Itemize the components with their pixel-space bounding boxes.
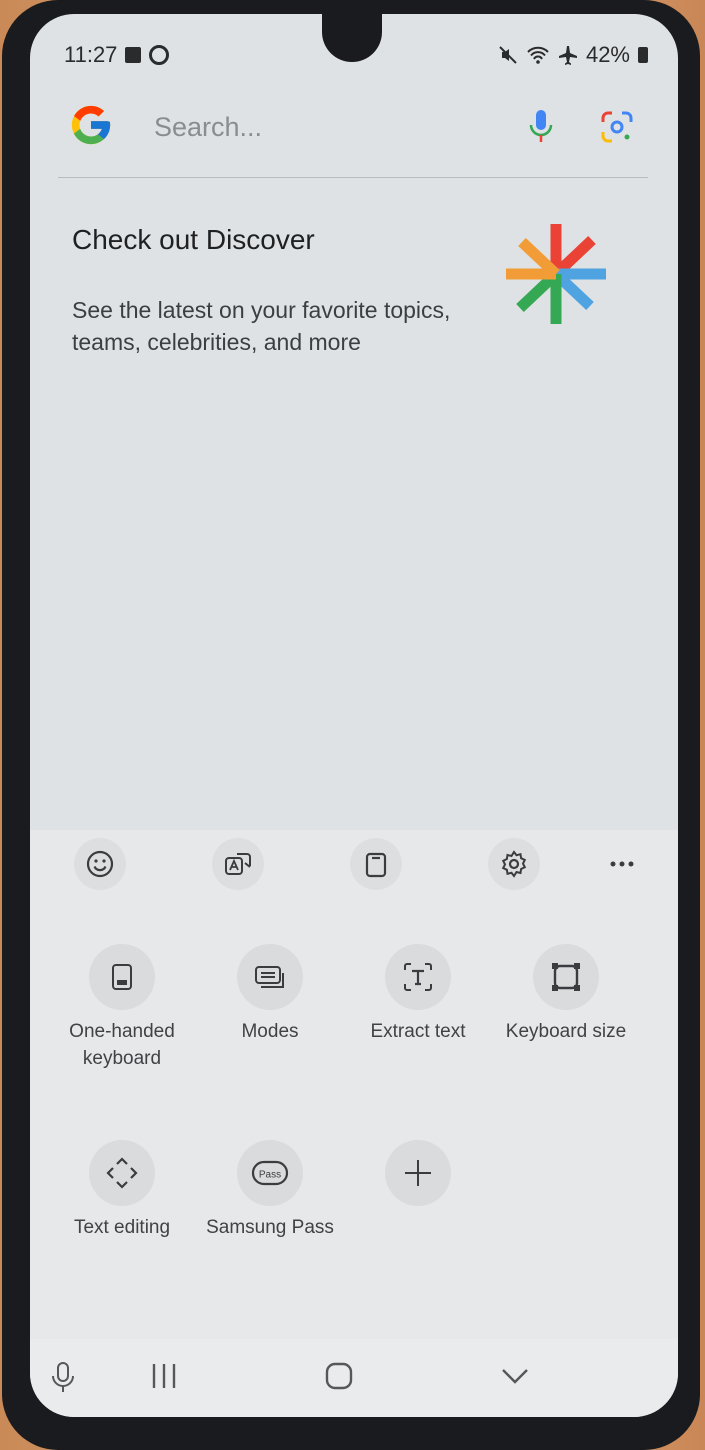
google-search-bar[interactable]: Search...	[60, 96, 648, 166]
tool-one-handed-keyboard[interactable]: One-handed keyboard	[52, 944, 192, 1072]
checkbox-notification-icon	[125, 47, 142, 63]
keyboard-size-icon	[533, 944, 599, 1010]
home-icon[interactable]	[324, 1361, 354, 1391]
keyboard-toolbar	[30, 830, 678, 902]
tool-text-editing[interactable]: Text editing	[52, 1140, 192, 1241]
svg-text:Pass: Pass	[259, 1170, 281, 1181]
status-time: 11:27	[64, 42, 118, 67]
airplane-icon	[558, 46, 577, 65]
search-divider	[58, 177, 648, 178]
recent-apps-icon[interactable]	[150, 1361, 178, 1391]
samsung-pass-icon: Pass	[237, 1140, 303, 1206]
extract-text-icon	[385, 944, 451, 1010]
tool-label: Keyboard size	[505, 1021, 627, 1042]
emoji-icon[interactable]	[74, 838, 126, 890]
discover-card[interactable]: Check out Discover See the latest on you…	[72, 224, 492, 358]
battery-icon	[638, 47, 648, 63]
tool-samsung-pass[interactable]: Pass Samsung Pass	[200, 1140, 340, 1241]
tool-extract-text[interactable]: Extract text	[348, 944, 488, 1045]
tool-add[interactable]	[348, 1140, 488, 1206]
tool-label: Samsung Pass	[206, 1217, 334, 1238]
notification-icon	[149, 45, 170, 65]
google-logo-icon	[71, 105, 111, 145]
screen: 11:27 42% Search... Check out Discover S…	[30, 14, 678, 1417]
microphone-icon[interactable]	[526, 108, 556, 146]
translate-icon[interactable]	[212, 838, 264, 890]
clipboard-icon[interactable]	[350, 838, 402, 890]
hide-keyboard-icon[interactable]	[500, 1365, 530, 1387]
add-icon	[385, 1140, 451, 1206]
discover-body: See the latest on your favorite topics, …	[72, 297, 451, 355]
status-bar: 11:27 42%	[30, 42, 678, 72]
discover-title: Check out Discover	[72, 224, 315, 255]
discover-logo-icon	[506, 224, 606, 324]
modes-icon	[237, 944, 303, 1010]
wifi-icon	[527, 46, 549, 64]
tool-label: Text editing	[73, 1217, 171, 1238]
one-handed-keyboard-icon	[89, 944, 155, 1010]
tool-label: Modes	[241, 1021, 299, 1042]
navigation-bar	[30, 1339, 678, 1417]
more-options-icon[interactable]	[596, 838, 648, 890]
mute-icon	[499, 46, 517, 64]
search-input[interactable]: Search...	[154, 112, 262, 143]
settings-gear-icon[interactable]	[488, 838, 540, 890]
tool-keyboard-size[interactable]: Keyboard size	[496, 944, 636, 1045]
tool-label: Extract text	[370, 1021, 466, 1042]
tool-modes[interactable]: Modes	[200, 944, 340, 1045]
text-editing-icon	[89, 1140, 155, 1206]
voice-input-icon[interactable]	[50, 1361, 76, 1395]
google-lens-icon[interactable]	[600, 110, 634, 144]
tool-label: One-handed keyboard	[69, 1021, 175, 1069]
keyboard-panel: One-handed keyboard Modes Extract text K…	[30, 830, 678, 1339]
battery-percent: 42%	[585, 42, 630, 67]
phone-frame: 11:27 42% Search... Check out Discover S…	[2, 0, 700, 1450]
